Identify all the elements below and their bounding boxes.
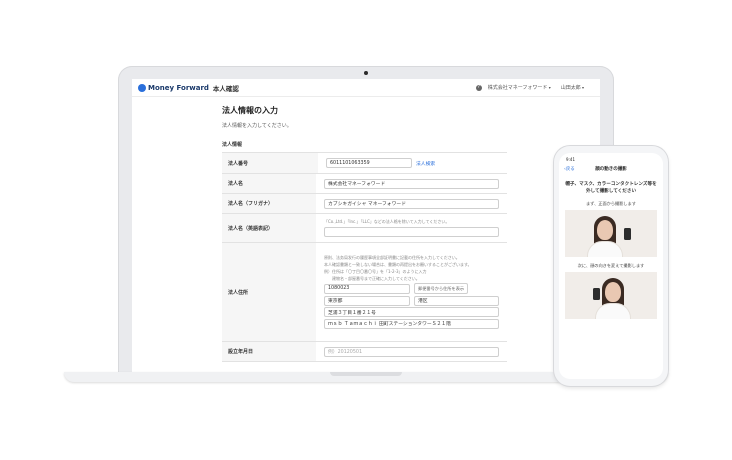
phone-nav-bar: ‹戻る 顔の動きの撮影 (559, 162, 663, 176)
row-corp-en: 法人名（英語表記） 「Co.,Ltd.」「Inc.」「LLC」などの法人格を除い… (222, 213, 507, 242)
street-field[interactable]: 芝浦３丁目１番２１号 (324, 307, 499, 318)
back-label: 戻る (565, 167, 575, 172)
address-note-1: 原則、法务局发行の履歴事項全部証明書に記載の住所を入力してください。 (324, 255, 460, 261)
app-header: Money Forward 本人確認 ? 株式会社マネーフォワード 山田太郎 (132, 79, 600, 97)
address-note-4: 建物名・部屋番号まで正確に入力してください。 (324, 276, 420, 282)
corp-number-field[interactable]: 6011101063359 (326, 158, 412, 168)
logo-subtitle: 本人確認 (212, 84, 239, 93)
row-corp-name: 法人名 株式会社マネーフォワード (222, 173, 507, 193)
corp-info-form: 法人情報の入力 法人情報を入力してください。 法人情報 法人番号 6011101… (222, 105, 507, 362)
logo[interactable]: Money Forward 本人確認 (138, 83, 239, 93)
corp-en-note: 「Co.,Ltd.」「Inc.」「LLC」などの法人格を除いて入力してください。 (324, 219, 450, 225)
label-address: 法人住所 (222, 243, 316, 341)
laptop-screen: Money Forward 本人確認 ? 株式会社マネーフォワード 山田太郎 法… (132, 79, 600, 378)
section-title: 法人情報 (222, 142, 243, 148)
phone-instruction: 帽子、マスク、カラーコンタクトレンズ等を 外して撮影してください (565, 182, 657, 194)
building-field[interactable]: ｍｓｂ Ｔａｍａｃｈｉ 田町ステーションタワーＳ２１階 (324, 318, 499, 329)
corp-en-field[interactable] (324, 226, 499, 237)
phone-screen: 9:41 ‹戻る 顔の動きの撮影 帽子、マスク、カラーコンタクトレンズ等を 外し… (559, 153, 663, 379)
founded-placeholder: 例）20120501 (328, 350, 363, 355)
row-corp-number: 法人番号 6011101063359 法人検索 (222, 152, 507, 173)
founded-field[interactable]: 例）20120501 (324, 346, 499, 357)
user-menu[interactable]: 山田太郎 (561, 84, 584, 91)
zip-lookup-button[interactable]: 郵便番号から住所を表示 (414, 283, 469, 295)
selfie-turn-image (565, 272, 657, 319)
zip-field[interactable]: 1080023 (324, 283, 410, 294)
logo-text: Money Forward (148, 83, 209, 92)
label-corp-name: 法人名 (222, 174, 316, 193)
page-subtitle: 法人情報を入力してください。 (222, 123, 292, 129)
prefecture-field[interactable]: 東京都 (324, 295, 410, 306)
money-forward-logo-icon (138, 83, 146, 92)
laptop: Money Forward 本人確認 ? 株式会社マネーフォワード 山田太郎 法… (118, 66, 614, 378)
back-button[interactable]: ‹戻る (564, 166, 586, 172)
selfie-front-image (565, 210, 657, 257)
phone-title: 顔の動きの撮影 (595, 167, 627, 172)
row-address: 法人住所 原則、法务局发行の履歴事項全部証明書に記載の住所を入力してください。 … (222, 242, 507, 341)
caption-turn: 次に、顔の向きを変えて撮影します (577, 263, 645, 268)
page-title: 法人情報の入力 (222, 106, 278, 115)
company-menu[interactable]: 株式会社マネーフォワード (488, 84, 551, 91)
status-time: 9:41 (566, 157, 575, 162)
corp-name-field[interactable]: 株式会社マネーフォワード (324, 178, 499, 189)
label-founded: 設立年月日 (222, 342, 316, 361)
address-note-3: 例）住所は「〇丁目〇番〇号」を「1-2-3」のように入力 (324, 269, 427, 275)
row-founded: 設立年月日 例）20120501 (222, 341, 507, 362)
label-corp-kana: 法人名（フリガナ） (222, 194, 316, 213)
camera (364, 71, 368, 75)
label-corp-number: 法人番号 (222, 153, 318, 173)
corp-kana-field[interactable]: カブシキガイシャ マネーフォワード (324, 198, 499, 209)
label-corp-en: 法人名（英語表記） (222, 214, 316, 242)
caption-front: まず、正面から撮影します (586, 201, 636, 206)
help-icon[interactable]: ? (475, 84, 482, 91)
address-note-2: 本人確認書類と一致しない場合は、書類の再提出をお願いすることがございます。 (324, 262, 472, 268)
row-corp-kana: 法人名（フリガナ） カブシキガイシャ マネーフォワード (222, 193, 507, 213)
corp-search-link[interactable]: 法人検索 (416, 160, 435, 167)
city-field[interactable]: 港区 (414, 295, 499, 306)
smartphone: 9:41 ‹戻る 顔の動きの撮影 帽子、マスク、カラーコンタクトレンズ等を 外し… (554, 146, 668, 386)
